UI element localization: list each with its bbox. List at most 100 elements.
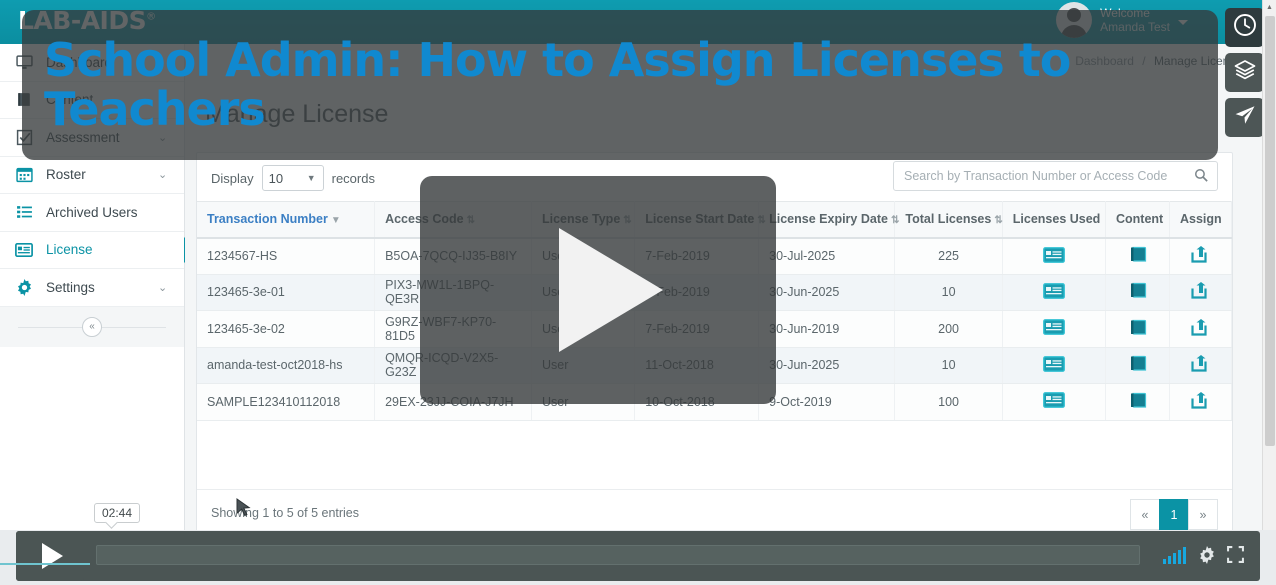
col-license-expiry-date[interactable]: License Expiry Date ⇅ — [758, 201, 899, 239]
volume-control[interactable] — [1163, 546, 1186, 564]
col-label: License Expiry Date — [769, 212, 888, 227]
cell-assign — [1169, 310, 1232, 348]
play-icon — [41, 543, 63, 569]
cell-total-licenses: 10 — [894, 347, 1003, 384]
player-seam — [0, 563, 90, 565]
cell-licenses-used — [1002, 310, 1107, 348]
sidebar-item-roster[interactable]: Roster ⌄ — [0, 157, 184, 194]
cell-total-licenses: 225 — [894, 237, 1003, 275]
chevron-down-icon: ⌄ — [158, 169, 168, 182]
cell-assign — [1169, 383, 1232, 421]
window-scrollbar[interactable]: ▲ ▼ — [1262, 0, 1276, 585]
scroll-up-arrow[interactable]: ▲ — [1263, 0, 1276, 14]
assign-share-icon[interactable] — [1191, 282, 1210, 302]
cell-licenses-used — [1002, 383, 1107, 421]
calendar-icon — [14, 165, 34, 185]
cell-assign — [1169, 347, 1232, 384]
video-title: School Admin: How to Assign Licenses to … — [44, 33, 1071, 136]
sidebar-label: Settings — [46, 279, 95, 295]
pagination: « 1 » — [1130, 499, 1218, 530]
clock-icon — [1233, 13, 1257, 42]
cell-licenses-used — [1002, 237, 1107, 275]
cell-content — [1105, 310, 1170, 348]
pagination-next[interactable]: » — [1188, 499, 1218, 530]
page-size-value: 10 — [268, 170, 284, 186]
time-tooltip: 02:44 — [94, 503, 141, 523]
sort-both-icon: ⇅ — [890, 215, 900, 227]
video-timeline[interactable] — [96, 545, 1140, 565]
cell-license-expiry-date: 9-Oct-2019 — [758, 383, 896, 421]
assign-share-icon[interactable] — [1191, 246, 1210, 266]
content-book-icon[interactable] — [1129, 355, 1147, 375]
cell-total-licenses: 10 — [894, 274, 1003, 311]
clock-icon-button[interactable] — [1225, 8, 1264, 47]
settings-gear-button[interactable] — [1198, 546, 1216, 569]
player-controls: 02:44 — [16, 503, 1260, 581]
cell-content — [1105, 237, 1170, 275]
sidebar-item-archived-users[interactable]: Archived Users — [0, 194, 184, 232]
cell-assign — [1169, 274, 1232, 311]
fullscreen-button[interactable] — [1227, 546, 1244, 568]
col-assign: Assign — [1169, 201, 1232, 239]
licenses-used-icon[interactable] — [1042, 319, 1065, 338]
chevron-down-icon: ▼ — [306, 173, 316, 183]
col-content: Content — [1105, 201, 1170, 239]
content-book-icon[interactable] — [1129, 319, 1147, 339]
content-book-icon[interactable] — [1129, 282, 1147, 302]
cell-transaction-number: SAMPLE123410112018 — [197, 383, 376, 421]
licenses-used-icon[interactable] — [1042, 355, 1065, 375]
video-player-bar: 02:44 — [0, 503, 1276, 585]
licenses-used-icon[interactable] — [1042, 392, 1065, 411]
sidebar-label: License — [46, 242, 93, 258]
list-icon — [14, 202, 34, 222]
sidebar-item-license[interactable]: License — [0, 231, 184, 269]
showing-entries-label: Showing 1 to 5 of 5 entries — [211, 506, 360, 520]
assign-share-icon[interactable] — [1191, 391, 1210, 412]
cell-licenses-used — [1002, 274, 1107, 311]
sort-both-icon: ⇅ — [994, 215, 1003, 227]
layers-icon — [1233, 58, 1257, 87]
sidebar-item-settings[interactable]: Settings ⌄ — [0, 269, 184, 307]
col-total-licenses[interactable]: Total Licenses ⇅ — [894, 201, 1003, 239]
search-input[interactable] — [893, 161, 1218, 191]
licenses-used-icon[interactable] — [1042, 246, 1065, 266]
sidebar-label: Roster — [46, 167, 86, 183]
col-label: Content — [1116, 212, 1164, 227]
records-label: records — [331, 170, 375, 186]
col-transaction-number[interactable]: Transaction Number ▼ — [197, 201, 376, 239]
cell-license-expiry-date: 30-Jun-2025 — [758, 347, 896, 384]
chevron-down-icon: ⌄ — [158, 281, 168, 294]
cell-transaction-number: 123465-3e-01 — [197, 274, 376, 311]
content-book-icon[interactable] — [1129, 392, 1147, 412]
scrollbar-thumb[interactable] — [1265, 16, 1275, 446]
cell-content — [1105, 347, 1170, 384]
cell-content — [1105, 274, 1170, 311]
video-play-overlay-icon[interactable] — [559, 228, 663, 352]
video-title-overlay: School Admin: How to Assign Licenses to … — [22, 10, 1218, 160]
sidebar-collapse-row: « — [0, 306, 184, 347]
pagination-page-1[interactable]: 1 — [1159, 499, 1189, 530]
video-center-overlay[interactable] — [420, 176, 776, 404]
volume-bar — [1163, 559, 1166, 564]
pagination-prev[interactable]: « — [1130, 499, 1160, 530]
search-icon[interactable] — [1194, 168, 1208, 185]
assign-share-icon[interactable] — [1191, 355, 1210, 375]
content-book-icon[interactable] — [1129, 246, 1147, 266]
page-size-select[interactable]: 10 ▼ — [261, 165, 324, 191]
paper-plane-icon-button[interactable] — [1225, 98, 1264, 137]
cell-content — [1105, 383, 1170, 421]
cell-licenses-used — [1002, 347, 1107, 384]
layers-icon-button[interactable] — [1225, 53, 1264, 92]
assign-share-icon[interactable] — [1191, 318, 1210, 339]
licenses-used-icon[interactable] — [1042, 282, 1065, 302]
col-label: Assign — [1180, 212, 1222, 227]
sidebar-collapse-button[interactable]: « — [82, 316, 102, 337]
cell-total-licenses: 200 — [894, 310, 1003, 348]
cell-transaction-number: 123465-3e-02 — [197, 310, 376, 348]
sidebar-label: Archived Users — [46, 204, 138, 220]
paper-plane-icon — [1233, 103, 1257, 132]
play-button[interactable] — [16, 531, 84, 581]
cell-assign — [1169, 237, 1232, 275]
cell-transaction-number: amanda-test-oct2018-hs — [197, 347, 376, 384]
volume-bar — [1173, 553, 1176, 564]
